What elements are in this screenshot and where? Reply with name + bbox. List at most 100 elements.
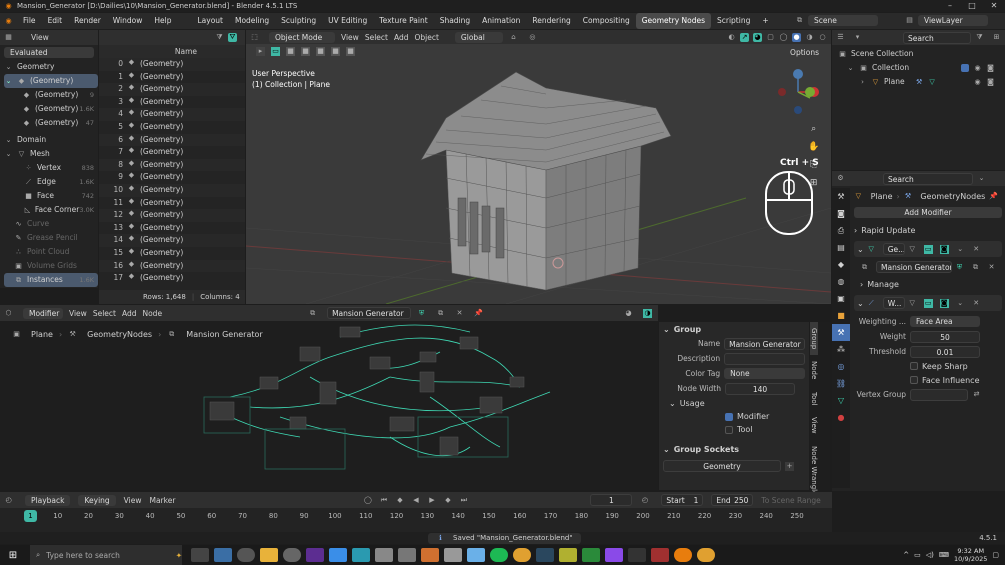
prev-keyframe-icon[interactable]: ◆ [395, 496, 404, 505]
snap-icon[interactable]: ⌂ [509, 33, 518, 42]
proportional-icon[interactable]: ◎ [528, 33, 537, 42]
data-tab-icon[interactable]: ▽ [832, 392, 850, 409]
table-row[interactable]: 13 ◆ (Geometry) [99, 222, 245, 235]
tab-modeling[interactable]: Modeling [229, 13, 275, 29]
invert-arrows-icon[interactable]: ⇄ [972, 390, 981, 399]
playhead[interactable]: 1 [24, 510, 37, 522]
maximize-button[interactable]: □ [961, 0, 983, 12]
tree-face[interactable]: ■ Face 742 [4, 189, 98, 203]
app-purple-icon[interactable] [604, 548, 623, 562]
render-toggle-icon[interactable]: ◙ [939, 244, 949, 254]
color-tag-dropdown[interactable]: None [724, 368, 805, 379]
table-row[interactable]: 4 ◆ (Geometry) [99, 108, 245, 121]
material-tab-icon[interactable]: ● [832, 409, 850, 426]
plane-item[interactable]: › ▽ Plane ⚒ ▽ ◉ ◙ [838, 75, 1005, 89]
tree-grease-pencil[interactable]: ✎ Grease Pencil [4, 231, 98, 245]
node-width-field[interactable]: 140 [725, 382, 795, 395]
view-menu[interactable]: View [31, 33, 49, 42]
tree-curve[interactable]: ∿ Curve [4, 217, 98, 231]
tree-volume-grids[interactable]: ▣ Volume Grids [4, 259, 98, 273]
keep-sharp-checkbox[interactable] [910, 362, 918, 370]
editor-type-dropdown[interactable]: Modifier [23, 307, 63, 319]
menu-window[interactable]: Window [107, 13, 149, 29]
fake-user-shield-icon[interactable]: ⛨ [955, 263, 964, 272]
chrome-taskbar-icon[interactable] [696, 548, 715, 562]
xray-icon[interactable]: ▢ [766, 33, 775, 42]
app-red-icon[interactable] [650, 548, 669, 562]
app-dark-icon[interactable] [627, 548, 646, 562]
tree-geometry-header[interactable]: ⌄ Geometry [4, 60, 98, 74]
blender-menu-icon[interactable]: ◉ [4, 17, 13, 26]
view-layer-tab-icon[interactable]: ▤ [832, 239, 850, 256]
outliner-editor-icon[interactable]: ☰ [836, 33, 845, 42]
group-name-field[interactable]: Mansion Generator [724, 337, 805, 350]
tab-scripting[interactable]: Scripting [711, 13, 756, 29]
tab-sculpting[interactable]: Sculpting [275, 13, 322, 29]
tab-layout[interactable]: Layout [191, 13, 229, 29]
dropdown-chevron-icon[interactable]: ⌄ [956, 299, 965, 308]
menu-file[interactable]: File [17, 13, 42, 29]
socket-geometry-item[interactable]: Geometry [663, 460, 781, 472]
obs-icon[interactable] [236, 548, 255, 562]
funnel-icon[interactable]: ⛛ [228, 33, 237, 42]
vs-icon[interactable] [305, 548, 324, 562]
app-orange-icon[interactable] [420, 548, 439, 562]
collapse-chevron-icon[interactable]: ⌄ [857, 299, 864, 308]
next-keyframe-icon[interactable]: ◆ [443, 496, 452, 505]
navigation-gizmo[interactable] [776, 66, 826, 116]
modifier-name-field[interactable]: Ge... [882, 243, 905, 255]
table-row[interactable]: 3 ◆ (Geometry) [99, 96, 245, 109]
zoom-icon[interactable]: ⌕ [808, 120, 819, 138]
scene-collection-item[interactable]: ▣ Scene Collection [838, 47, 1005, 61]
edit-mode-icon[interactable]: ▽ [908, 299, 917, 308]
select-tool-icon[interactable]: ▸ [256, 46, 265, 56]
eye-icon[interactable]: ◉ [973, 64, 982, 73]
windows-start-icon[interactable]: ⊞ [4, 550, 22, 560]
app-blue-icon[interactable] [328, 548, 347, 562]
close-button[interactable]: ✕ [983, 0, 1005, 12]
node-graph[interactable] [190, 317, 570, 472]
timeline-ruler[interactable]: 1102030405060708090100110120130140150160… [0, 510, 832, 524]
app-lightblue-icon[interactable] [466, 548, 485, 562]
select-mode-new-icon[interactable]: ■ [286, 46, 295, 56]
record-icon[interactable]: ◯ [363, 496, 372, 505]
to-scene-range-button[interactable]: To Scene Range [761, 496, 820, 505]
tab-texture-paint[interactable]: Texture Paint [373, 13, 433, 29]
select-box-icon[interactable]: ▭ [271, 46, 280, 56]
new-collection-icon[interactable]: ⊞ [992, 33, 1001, 42]
world-tab-icon[interactable]: ◍ [832, 273, 850, 290]
usage-tool-row[interactable]: Tool [659, 423, 809, 436]
scene-name[interactable]: Scene [808, 15, 878, 26]
properties-search-input[interactable]: Search [883, 172, 973, 185]
app-teal-icon[interactable] [351, 548, 370, 562]
add-workspace-button[interactable]: + [756, 13, 774, 29]
play-icon[interactable]: ▶ [427, 496, 436, 505]
manage-subpanel[interactable]: › Manage [854, 277, 1002, 291]
object-mode-dropdown[interactable]: Object Mode [269, 31, 335, 43]
evaluated-dropdown[interactable]: Evaluated [4, 47, 94, 58]
stopwatch-icon[interactable]: ◴ [640, 496, 649, 505]
weighting-mode-dropdown[interactable]: Face Area [910, 316, 980, 327]
notification-icon[interactable]: ▢ [992, 551, 999, 559]
modifier-tab-icon[interactable]: ⚒ [832, 324, 850, 341]
viewport-toggle-icon[interactable]: ▭ [923, 244, 933, 254]
network-icon[interactable]: ▭ [914, 551, 921, 559]
visibility-icon[interactable]: ◐ [727, 33, 736, 42]
tab-animation[interactable]: Animation [476, 13, 526, 29]
description-field[interactable] [724, 352, 805, 365]
node-menu-add[interactable]: Add [122, 309, 137, 318]
viewlayer-selector[interactable]: ▤ ViewLayer [905, 15, 988, 26]
clock[interactable]: 9:32 AM 10/9/2025 [954, 547, 987, 563]
collection-item[interactable]: ⌄ ▣ Collection ◉ ◙ [838, 61, 1005, 75]
table-row[interactable]: 14 ◆ (Geometry) [99, 234, 245, 247]
sidebar-tab-view[interactable]: View [810, 411, 818, 440]
select-mode-extend-icon[interactable]: ■ [301, 46, 310, 56]
outliner-filter-icon[interactable]: ⧩ [975, 33, 984, 42]
unlink-icon[interactable]: ✕ [987, 263, 996, 272]
viewport-menu-view[interactable]: View [341, 33, 359, 42]
tree-geometry-child[interactable]: ◆ (Geometry) 1.6K [4, 102, 98, 116]
tree-instances[interactable]: ⧉ Instances 1.6K [4, 273, 98, 287]
volume-icon[interactable]: ◁) [926, 551, 934, 559]
calculator-icon[interactable] [213, 548, 232, 562]
viewport-menu-object[interactable]: Object [414, 33, 438, 42]
